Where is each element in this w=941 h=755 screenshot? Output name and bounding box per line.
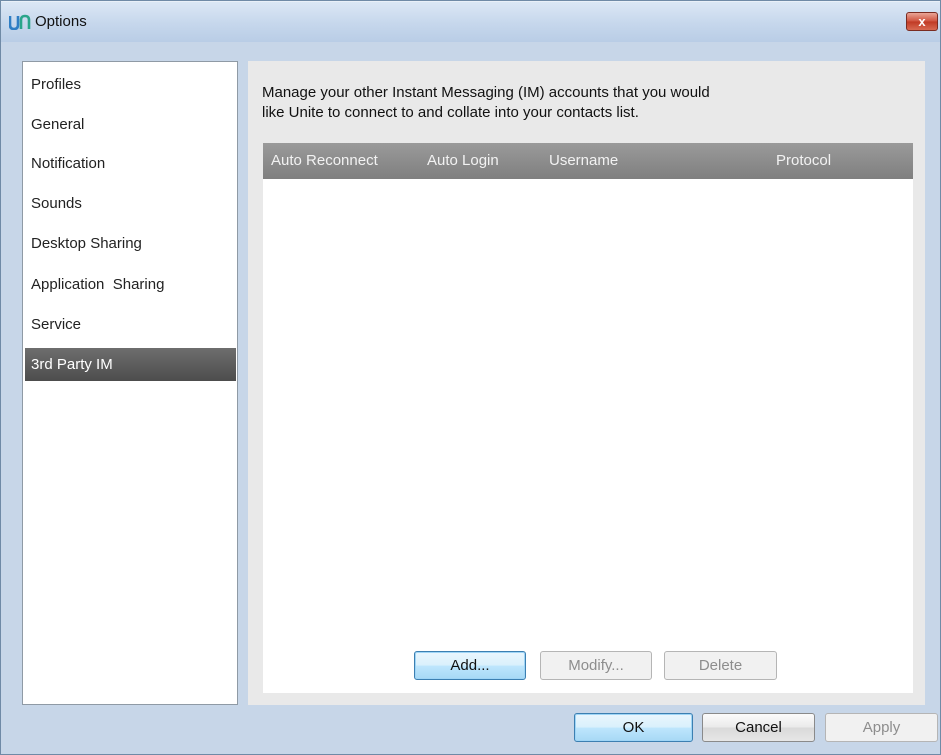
unite-logo-icon <box>9 14 31 30</box>
nav-item-general[interactable]: General <box>25 108 236 141</box>
nav-item-desktop-sharing[interactable]: Desktop Sharing <box>25 227 236 260</box>
nav-item-application-sharing[interactable]: Application Sharing <box>25 268 236 301</box>
description-line-2: like Unite to connect to and collate int… <box>262 104 639 121</box>
close-icon[interactable]: x <box>906 12 938 31</box>
apply-button[interactable]: Apply <box>825 713 938 742</box>
cancel-button[interactable]: Cancel <box>702 713 815 742</box>
options-dialog: Options x Profiles General Notification … <box>0 0 941 755</box>
nav-item-service[interactable]: Service <box>25 308 236 341</box>
title-bar[interactable]: Options x <box>1 1 940 42</box>
im-accounts-list[interactable]: Auto Reconnect Auto Login Username Proto… <box>263 143 913 693</box>
delete-button[interactable]: Delete <box>664 651 777 680</box>
description-line-1: Manage your other Instant Messaging (IM)… <box>262 84 710 101</box>
column-protocol[interactable]: Protocol <box>776 152 831 169</box>
modify-button[interactable]: Modify... <box>540 651 652 680</box>
options-nav: Profiles General Notification Sounds Des… <box>22 61 238 705</box>
nav-item-profiles[interactable]: Profiles <box>25 68 236 101</box>
window-title: Options <box>35 13 87 30</box>
ok-button[interactable]: OK <box>574 713 693 742</box>
column-auto-reconnect[interactable]: Auto Reconnect <box>271 152 378 169</box>
third-party-im-panel: Manage your other Instant Messaging (IM)… <box>248 61 925 705</box>
nav-item-sounds[interactable]: Sounds <box>25 187 236 220</box>
nav-item-3rd-party-im[interactable]: 3rd Party IM <box>25 348 236 381</box>
nav-item-notification[interactable]: Notification <box>25 147 236 180</box>
list-header: Auto Reconnect Auto Login Username Proto… <box>263 143 913 179</box>
column-auto-login[interactable]: Auto Login <box>427 152 499 169</box>
column-username[interactable]: Username <box>549 152 618 169</box>
add-button[interactable]: Add... <box>414 651 526 680</box>
panel-description: Manage your other Instant Messaging (IM)… <box>262 83 882 123</box>
